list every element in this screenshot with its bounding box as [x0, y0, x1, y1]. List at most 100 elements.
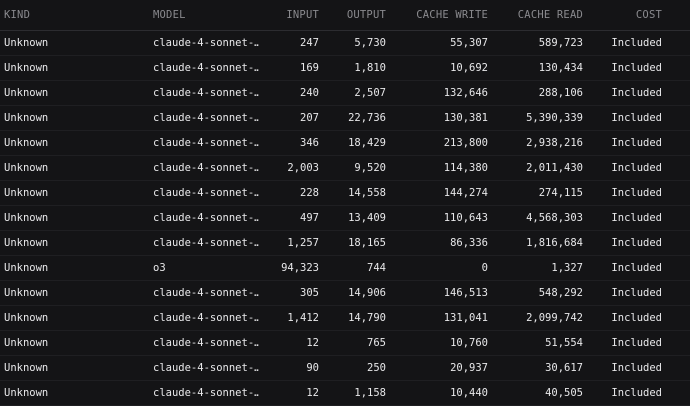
cell-model: claude-4-sonnet-…	[149, 155, 259, 181]
cell-input: 247	[259, 30, 319, 56]
cell-cache-read: 288,106	[488, 80, 583, 106]
cell-input: 228	[259, 180, 319, 206]
cell-input: 1,257	[259, 230, 319, 256]
cell-model: claude-4-sonnet-…	[149, 280, 259, 306]
cell-kind: Unknown	[0, 305, 149, 331]
cell-cache-read: 2,099,742	[488, 305, 583, 331]
cell-input: 207	[259, 105, 319, 131]
cell-input: 2,003	[259, 155, 319, 181]
cell-model: claude-4-sonnet-…	[149, 130, 259, 156]
cell-output: 5,730	[319, 30, 386, 56]
cell-input: 90	[259, 355, 319, 381]
table-body: Unknown claude-4-sonnet-… 247 5,730 55,307 58…	[0, 30, 690, 406]
cell-output: 765	[319, 330, 386, 356]
cell-cost: Included	[583, 255, 690, 281]
cell-cache-write: 144,274	[386, 180, 488, 206]
cell-cost: Included	[583, 130, 690, 156]
cell-cache-read: 2,938,216	[488, 130, 583, 156]
cell-cost: Included	[583, 355, 690, 381]
cell-input: 305	[259, 280, 319, 306]
header-model[interactable]: MODEL	[149, 0, 259, 31]
cell-model: claude-4-sonnet-…	[149, 205, 259, 231]
header-input[interactable]: INPUT	[259, 0, 319, 31]
cell-cache-write: 146,513	[386, 280, 488, 306]
table-row: Unknown claude-4-sonnet-… 90 250 20,937 30,61…	[0, 355, 690, 381]
cell-model: claude-4-sonnet-…	[149, 305, 259, 331]
cell-cache-write: 0	[386, 255, 488, 281]
cell-input: 169	[259, 55, 319, 81]
usage-table: KIND MODEL INPUT OUTPUT CACHE WRITE CACH…	[0, 0, 690, 406]
cell-model: claude-4-sonnet-…	[149, 230, 259, 256]
cell-cache-read: 548,292	[488, 280, 583, 306]
cell-cost: Included	[583, 105, 690, 131]
table-row: Unknown claude-4-sonnet-… 497 13,409 110,643…	[0, 205, 690, 231]
cell-output: 18,165	[319, 230, 386, 256]
header-cache-write[interactable]: CACHE WRITE	[386, 0, 488, 31]
cell-kind: Unknown	[0, 205, 149, 231]
cell-output: 9,520	[319, 155, 386, 181]
header-row: KIND MODEL INPUT OUTPUT CACHE WRITE CACH…	[0, 0, 690, 31]
cell-cache-write: 10,692	[386, 55, 488, 81]
cell-cache-write: 55,307	[386, 30, 488, 56]
cell-cache-write: 114,380	[386, 155, 488, 181]
cell-input: 1,412	[259, 305, 319, 331]
table-row: Unknown claude-4-sonnet-… 305 14,906 146,513…	[0, 280, 690, 306]
cell-cost: Included	[583, 30, 690, 56]
cell-output: 22,736	[319, 105, 386, 131]
cell-output: 250	[319, 355, 386, 381]
cell-cost: Included	[583, 80, 690, 106]
cell-cache-read: 1,327	[488, 255, 583, 281]
cell-kind: Unknown	[0, 80, 149, 106]
cell-cache-write: 86,336	[386, 230, 488, 256]
cell-input: 12	[259, 330, 319, 356]
cell-cache-write: 131,041	[386, 305, 488, 331]
cell-kind: Unknown	[0, 155, 149, 181]
header-output[interactable]: OUTPUT	[319, 0, 386, 31]
table-row: Unknown claude-4-sonnet-… 12 765 10,760 51,55…	[0, 330, 690, 356]
cell-input: 497	[259, 205, 319, 231]
cell-cost: Included	[583, 205, 690, 231]
header-kind[interactable]: KIND	[0, 0, 149, 31]
header-cost[interactable]: COST	[583, 0, 690, 31]
cell-cache-read: 51,554	[488, 330, 583, 356]
cell-cache-write: 110,643	[386, 205, 488, 231]
cell-model: claude-4-sonnet-…	[149, 30, 259, 56]
cell-cache-write: 10,760	[386, 330, 488, 356]
cell-cache-read: 589,723	[488, 30, 583, 56]
cell-output: 14,790	[319, 305, 386, 331]
cell-cache-read: 30,617	[488, 355, 583, 381]
cell-cost: Included	[583, 280, 690, 306]
table-row: Unknown claude-4-sonnet-… 247 5,730 55,307 58…	[0, 30, 690, 56]
table-header: KIND MODEL INPUT OUTPUT CACHE WRITE CACH…	[0, 0, 690, 31]
cell-kind: Unknown	[0, 280, 149, 306]
cell-input: 240	[259, 80, 319, 106]
cell-cost: Included	[583, 155, 690, 181]
table-row: Unknown o3 94,323 744 0 1,327 Included	[0, 255, 690, 281]
cell-output: 14,906	[319, 280, 386, 306]
cell-cache-read: 5,390,339	[488, 105, 583, 131]
cell-cache-read: 130,434	[488, 55, 583, 81]
cell-model: claude-4-sonnet-…	[149, 105, 259, 131]
cell-kind: Unknown	[0, 330, 149, 356]
cell-output: 14,558	[319, 180, 386, 206]
cell-cache-write: 130,381	[386, 105, 488, 131]
cell-model: claude-4-sonnet-…	[149, 355, 259, 381]
cell-output: 2,507	[319, 80, 386, 106]
cell-cost: Included	[583, 330, 690, 356]
table-row: Unknown claude-4-sonnet-… 169 1,810 10,692 13…	[0, 55, 690, 81]
cell-kind: Unknown	[0, 180, 149, 206]
table-row: Unknown claude-4-sonnet-… 1,412 14,790 131,0…	[0, 305, 690, 331]
cell-cache-write: 20,937	[386, 355, 488, 381]
cell-cost: Included	[583, 305, 690, 331]
cell-cache-read: 1,816,684	[488, 230, 583, 256]
cell-kind: Unknown	[0, 130, 149, 156]
cell-cost: Included	[583, 180, 690, 206]
cell-input: 346	[259, 130, 319, 156]
header-cache-read[interactable]: CACHE READ	[488, 0, 583, 31]
cell-model: o3	[149, 255, 259, 281]
cell-kind: Unknown	[0, 55, 149, 81]
cell-output: 18,429	[319, 130, 386, 156]
cell-output: 1,810	[319, 55, 386, 81]
cell-cache-write: 213,800	[386, 130, 488, 156]
cell-cache-read: 274,115	[488, 180, 583, 206]
